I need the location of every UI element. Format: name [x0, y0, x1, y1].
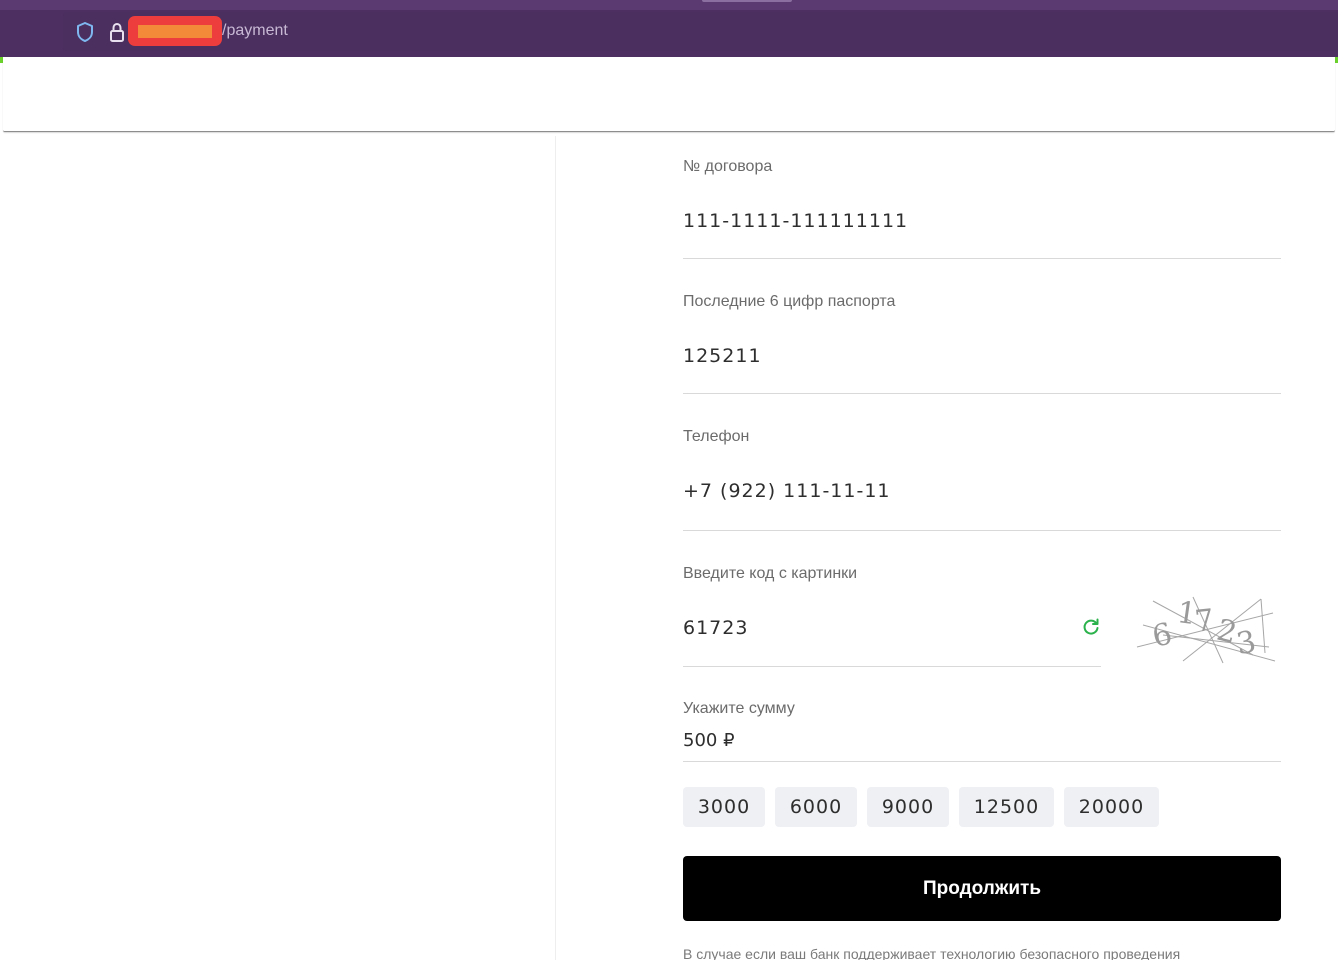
security-footnote: В случае если ваш банк поддерживает техн… [683, 946, 1181, 960]
lock-icon[interactable] [108, 21, 126, 43]
field-underline [683, 761, 1281, 762]
captcha-image: 6 1 7 2 3 [1136, 595, 1276, 664]
amount-chip-3000[interactable]: 3000 [683, 787, 765, 827]
address-bar[interactable]: /payment [63, 12, 1338, 51]
shield-icon[interactable] [75, 21, 95, 43]
amount-label: Укажите сумму [683, 700, 795, 717]
amount-field[interactable]: Укажите сумму 500 ₽ [683, 700, 1281, 762]
contract-number-input[interactable]: 111-1111-111111111 [683, 210, 908, 232]
field-underline [683, 258, 1281, 259]
svg-text:3: 3 [1234, 624, 1259, 662]
phone-field[interactable]: Телефон +7 (922) 111-11-11 [683, 428, 1281, 531]
amount-input[interactable]: 500 ₽ [683, 730, 735, 751]
quick-amount-chips: 3000 6000 9000 12500 20000 [683, 787, 1159, 827]
contract-number-label: № договора [683, 158, 773, 175]
phone-label: Телефон [683, 428, 750, 445]
field-underline [683, 666, 1101, 667]
tab-strip [0, 0, 1338, 10]
field-underline [683, 393, 1281, 394]
captcha-label: Введите код с картинки [683, 565, 858, 582]
captcha-field[interactable]: Введите код с картинки 61723 6 1 7 2 3 [683, 565, 1281, 667]
amount-chip-12500[interactable]: 12500 [959, 787, 1054, 827]
captcha-input[interactable]: 61723 [683, 617, 748, 639]
amount-chip-20000[interactable]: 20000 [1064, 787, 1159, 827]
amount-chip-6000[interactable]: 6000 [775, 787, 857, 827]
browser-toolbar: /payment [0, 0, 1338, 57]
field-underline [683, 530, 1281, 531]
contract-number-field[interactable]: № договора 111-1111-111111111 [683, 158, 1281, 259]
svg-text:6: 6 [1149, 617, 1175, 655]
site-header [3, 57, 1335, 132]
url-path: /payment [222, 22, 288, 39]
left-column [0, 136, 556, 960]
phone-input[interactable]: +7 (922) 111-11-11 [683, 480, 891, 502]
refresh-icon[interactable] [1081, 617, 1101, 637]
passport-digits-field[interactable]: Последние 6 цифр паспорта 125211 [683, 293, 1281, 394]
passport-digits-input[interactable]: 125211 [683, 345, 762, 367]
svg-text:7: 7 [1193, 603, 1216, 640]
redacted-domain [128, 16, 222, 46]
continue-button[interactable]: Продолжить [683, 856, 1281, 921]
active-tab-indicator[interactable] [702, 0, 792, 2]
amount-chip-9000[interactable]: 9000 [867, 787, 949, 827]
passport-digits-label: Последние 6 цифр паспорта [683, 293, 896, 310]
